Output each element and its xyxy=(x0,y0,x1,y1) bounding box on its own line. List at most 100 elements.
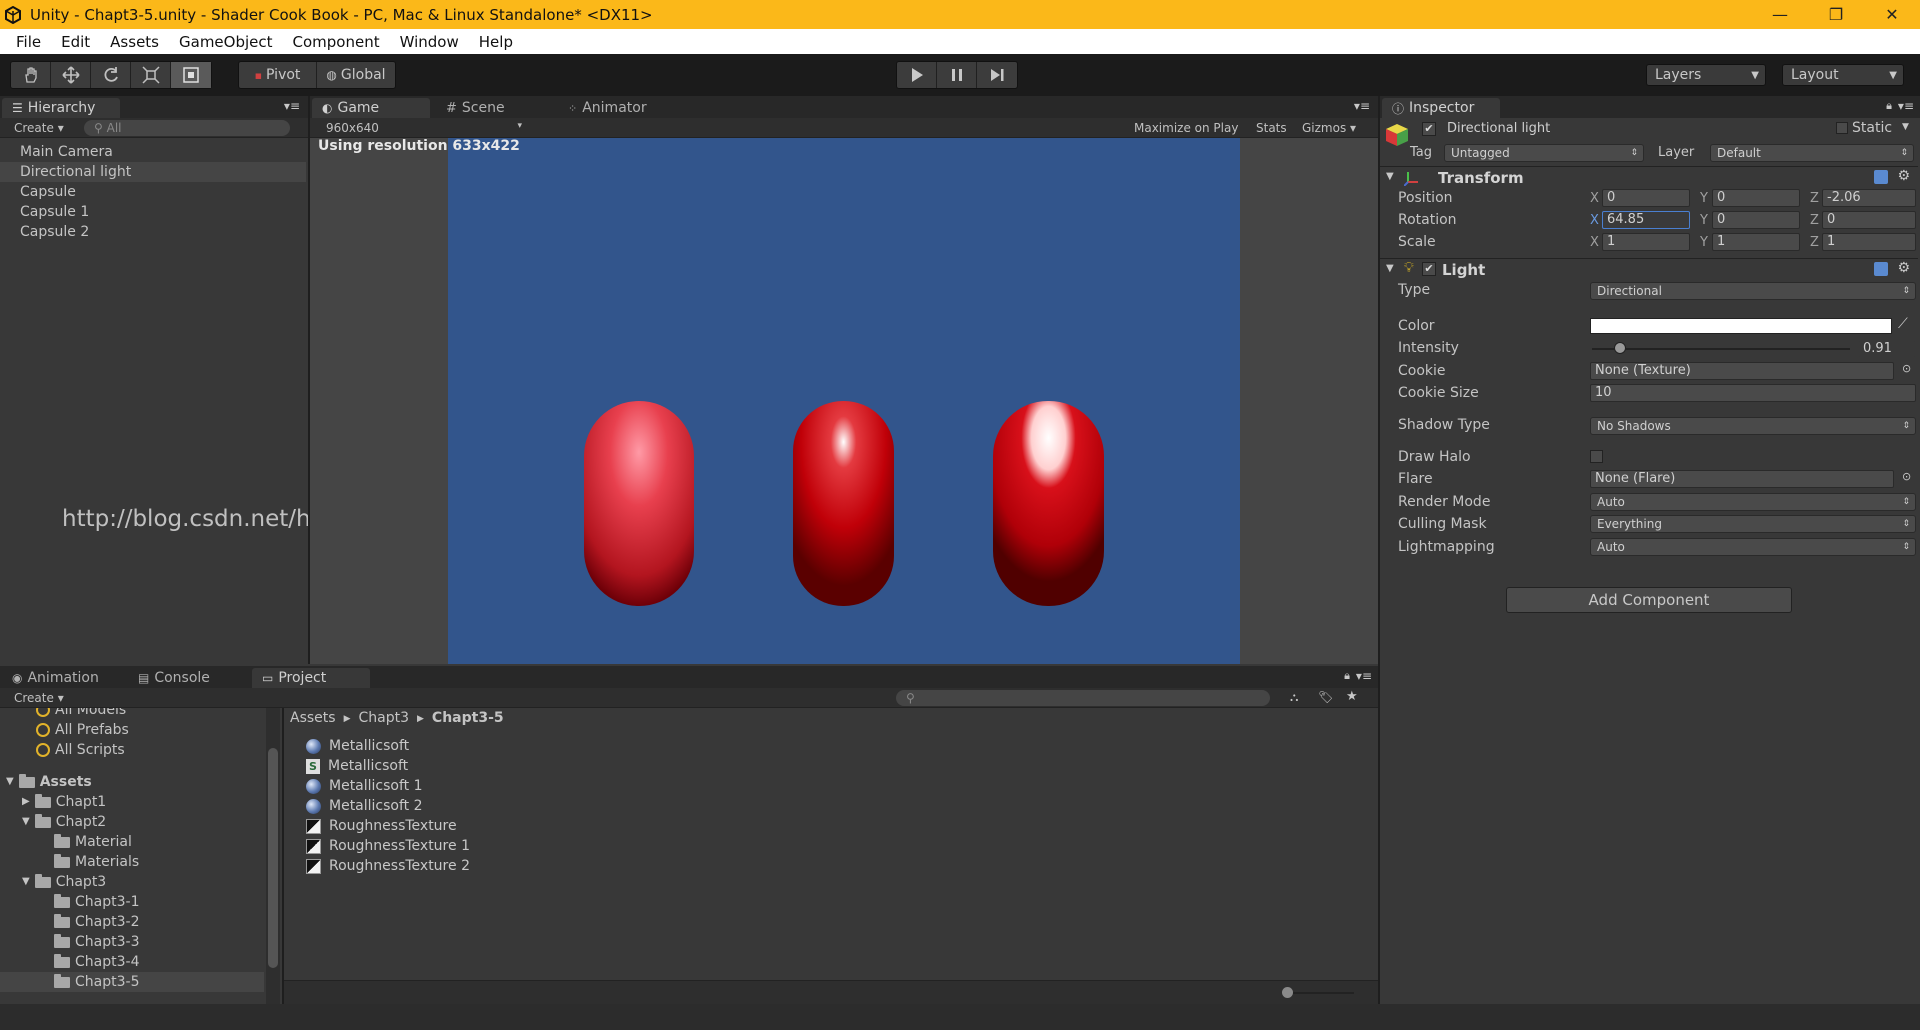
lock-icon[interactable]: 🔒︎ xyxy=(1344,669,1350,683)
project-search-input[interactable]: ⚲ xyxy=(896,690,1270,706)
draw-halo-checkbox[interactable] xyxy=(1590,450,1603,463)
scale-z-field[interactable]: 1 xyxy=(1822,233,1916,251)
tree-chapt3-3[interactable]: Chapt3-3 xyxy=(54,932,139,952)
foldout-arrow-icon[interactable]: ▼ xyxy=(1386,263,1394,274)
help-book-icon[interactable] xyxy=(1874,262,1888,276)
global-toggle-button[interactable]: ◍ Global xyxy=(317,62,395,88)
tab-game[interactable]: ◐ Game xyxy=(312,98,430,118)
tab-animator[interactable]: ⁘ Animator xyxy=(558,98,668,118)
culling-mask-dropdown[interactable]: Everything ⇕ xyxy=(1590,515,1916,533)
menu-assets[interactable]: Assets xyxy=(100,33,169,51)
rotate-tool-button[interactable] xyxy=(91,62,131,88)
light-component-header[interactable]: ▼ 💡︎ ✔ Light ⚙ xyxy=(1380,258,1918,280)
scale-tool-button[interactable] xyxy=(131,62,171,88)
transform-component-header[interactable]: ▼ Transform ⚙ xyxy=(1380,166,1918,188)
hierarchy-search-input[interactable]: ⚲ All xyxy=(84,120,290,136)
favorite-star-icon[interactable]: ★ xyxy=(1346,689,1358,704)
breadcrumb-chapt3[interactable]: Chapt3 xyxy=(358,710,409,728)
gizmos-dropdown[interactable]: Gizmos ▾ xyxy=(1302,121,1356,135)
tree-chapt3-1[interactable]: Chapt3-1 xyxy=(54,892,139,912)
cookie-object-field[interactable]: None (Texture) xyxy=(1590,362,1894,380)
object-picker-icon[interactable]: ⊙ xyxy=(1902,362,1911,375)
light-enabled-checkbox[interactable]: ✔ xyxy=(1422,262,1436,276)
panel-menu-icon[interactable]: ▾≡ xyxy=(284,99,300,113)
favorite-all-models[interactable]: All Models xyxy=(36,708,126,720)
restore-button[interactable]: ❐ xyxy=(1808,0,1864,29)
panel-menu-icon[interactable]: ▾≡ xyxy=(1356,669,1372,683)
rotation-x-field[interactable]: 64.85 xyxy=(1602,211,1690,229)
rotation-z-field[interactable]: 0 xyxy=(1822,211,1916,229)
breadcrumb-assets[interactable]: Assets xyxy=(290,710,336,728)
foldout-arrow-icon[interactable]: ▼ xyxy=(1386,171,1394,182)
tree-chapt3-5[interactable]: Chapt3-5 xyxy=(0,972,264,992)
tree-chapt3-4[interactable]: Chapt3-4 xyxy=(54,952,139,972)
filter-by-label-icon[interactable]: 🏷︎ xyxy=(1318,690,1333,704)
light-color-swatch[interactable] xyxy=(1590,318,1892,334)
move-tool-button[interactable] xyxy=(51,62,91,88)
foldout-arrow-icon[interactable]: ▶ xyxy=(22,792,30,812)
tab-scene[interactable]: # Scene xyxy=(436,98,536,118)
gear-icon[interactable]: ⚙ xyxy=(1897,260,1910,276)
tree-scrollbar-thumb[interactable] xyxy=(268,748,278,968)
flare-object-field[interactable]: None (Flare) xyxy=(1590,470,1894,488)
rect-tool-button[interactable] xyxy=(171,62,211,88)
object-picker-icon[interactable]: ⊙ xyxy=(1902,470,1911,483)
tree-material[interactable]: Material xyxy=(54,832,132,852)
pause-button[interactable] xyxy=(937,62,977,88)
foldout-arrow-icon[interactable]: ▼ xyxy=(6,772,14,792)
hierarchy-item-main-camera[interactable]: Main Camera xyxy=(20,142,113,162)
panel-menu-icon[interactable]: ▾≡ xyxy=(1898,99,1914,113)
tree-materials[interactable]: Materials xyxy=(54,852,139,872)
help-book-icon[interactable] xyxy=(1874,170,1888,184)
minimize-button[interactable]: — xyxy=(1752,0,1808,29)
asset-item[interactable]: Metallicsoft 1 xyxy=(306,776,423,796)
tab-project[interactable]: ▭ Project xyxy=(252,668,370,688)
object-name-input[interactable]: Directional light xyxy=(1442,120,1800,138)
foldout-arrow-icon[interactable]: ▼ xyxy=(22,872,30,892)
layout-dropdown[interactable]: Layout ▼ xyxy=(1782,64,1904,86)
hierarchy-item-capsule-1[interactable]: Capsule 1 xyxy=(20,202,89,222)
menu-component[interactable]: Component xyxy=(283,33,390,51)
tree-chapt2[interactable]: ▼ Chapt2 xyxy=(22,812,106,832)
maximize-on-play-toggle[interactable]: Maximize on Play xyxy=(1134,121,1238,135)
gear-icon[interactable]: ⚙ xyxy=(1897,168,1910,184)
tab-inspector[interactable]: ⓘ Inspector xyxy=(1382,98,1500,118)
close-button[interactable]: ✕ xyxy=(1864,0,1920,29)
tab-animation[interactable]: ◉ Animation xyxy=(2,668,128,688)
intensity-value-field[interactable]: 0.91 xyxy=(1858,340,1916,358)
asset-item[interactable]: Metallicsoft xyxy=(306,736,409,756)
active-checkbox[interactable]: ✔ xyxy=(1422,122,1436,136)
scale-y-field[interactable]: 1 xyxy=(1712,233,1800,251)
asset-item[interactable]: Metallicsoft 2 xyxy=(306,796,423,816)
hand-tool-button[interactable] xyxy=(11,62,51,88)
render-mode-dropdown[interactable]: Auto ⇕ xyxy=(1590,493,1916,511)
layers-dropdown[interactable]: Layers ▼ xyxy=(1646,64,1766,86)
rotation-y-field[interactable]: 0 xyxy=(1712,211,1800,229)
tree-chapt3[interactable]: ▼ Chapt3 xyxy=(22,872,106,892)
tree-chapt3-2[interactable]: Chapt3-2 xyxy=(54,912,139,932)
menu-file[interactable]: File xyxy=(6,33,51,51)
intensity-slider-thumb[interactable] xyxy=(1614,342,1627,354)
asset-item[interactable]: RoughnessTexture xyxy=(306,816,457,836)
asset-item[interactable]: RoughnessTexture 1 xyxy=(306,836,470,856)
breadcrumb-chapt3-5[interactable]: Chapt3-5 xyxy=(432,710,504,728)
play-button[interactable] xyxy=(897,62,937,88)
asset-item[interactable]: RoughnessTexture 2 xyxy=(306,856,470,876)
game-render-viewport[interactable] xyxy=(448,138,1240,664)
intensity-slider-track[interactable] xyxy=(1592,348,1850,350)
menu-edit[interactable]: Edit xyxy=(51,33,100,51)
lock-icon[interactable]: 🔒︎ xyxy=(1886,99,1892,113)
panel-divider[interactable] xyxy=(282,708,284,1004)
foldout-arrow-icon[interactable]: ▼ xyxy=(22,812,30,832)
add-component-button[interactable]: Add Component xyxy=(1506,587,1792,613)
menu-window[interactable]: Window xyxy=(390,33,469,51)
panel-menu-icon[interactable]: ▾≡ xyxy=(1354,99,1370,113)
favorite-all-prefabs[interactable]: All Prefabs xyxy=(36,720,129,740)
asset-item[interactable]: S Metallicsoft xyxy=(306,756,408,776)
tree-assets[interactable]: ▼ Assets xyxy=(6,772,92,792)
stats-toggle[interactable]: Stats xyxy=(1256,121,1287,135)
tag-dropdown[interactable]: Untagged ⇕ xyxy=(1444,144,1644,162)
scale-x-field[interactable]: 1 xyxy=(1602,233,1690,251)
light-type-dropdown[interactable]: Directional ⇕ xyxy=(1590,282,1916,300)
resolution-dropdown[interactable]: 960x640 ▾ xyxy=(326,121,522,135)
